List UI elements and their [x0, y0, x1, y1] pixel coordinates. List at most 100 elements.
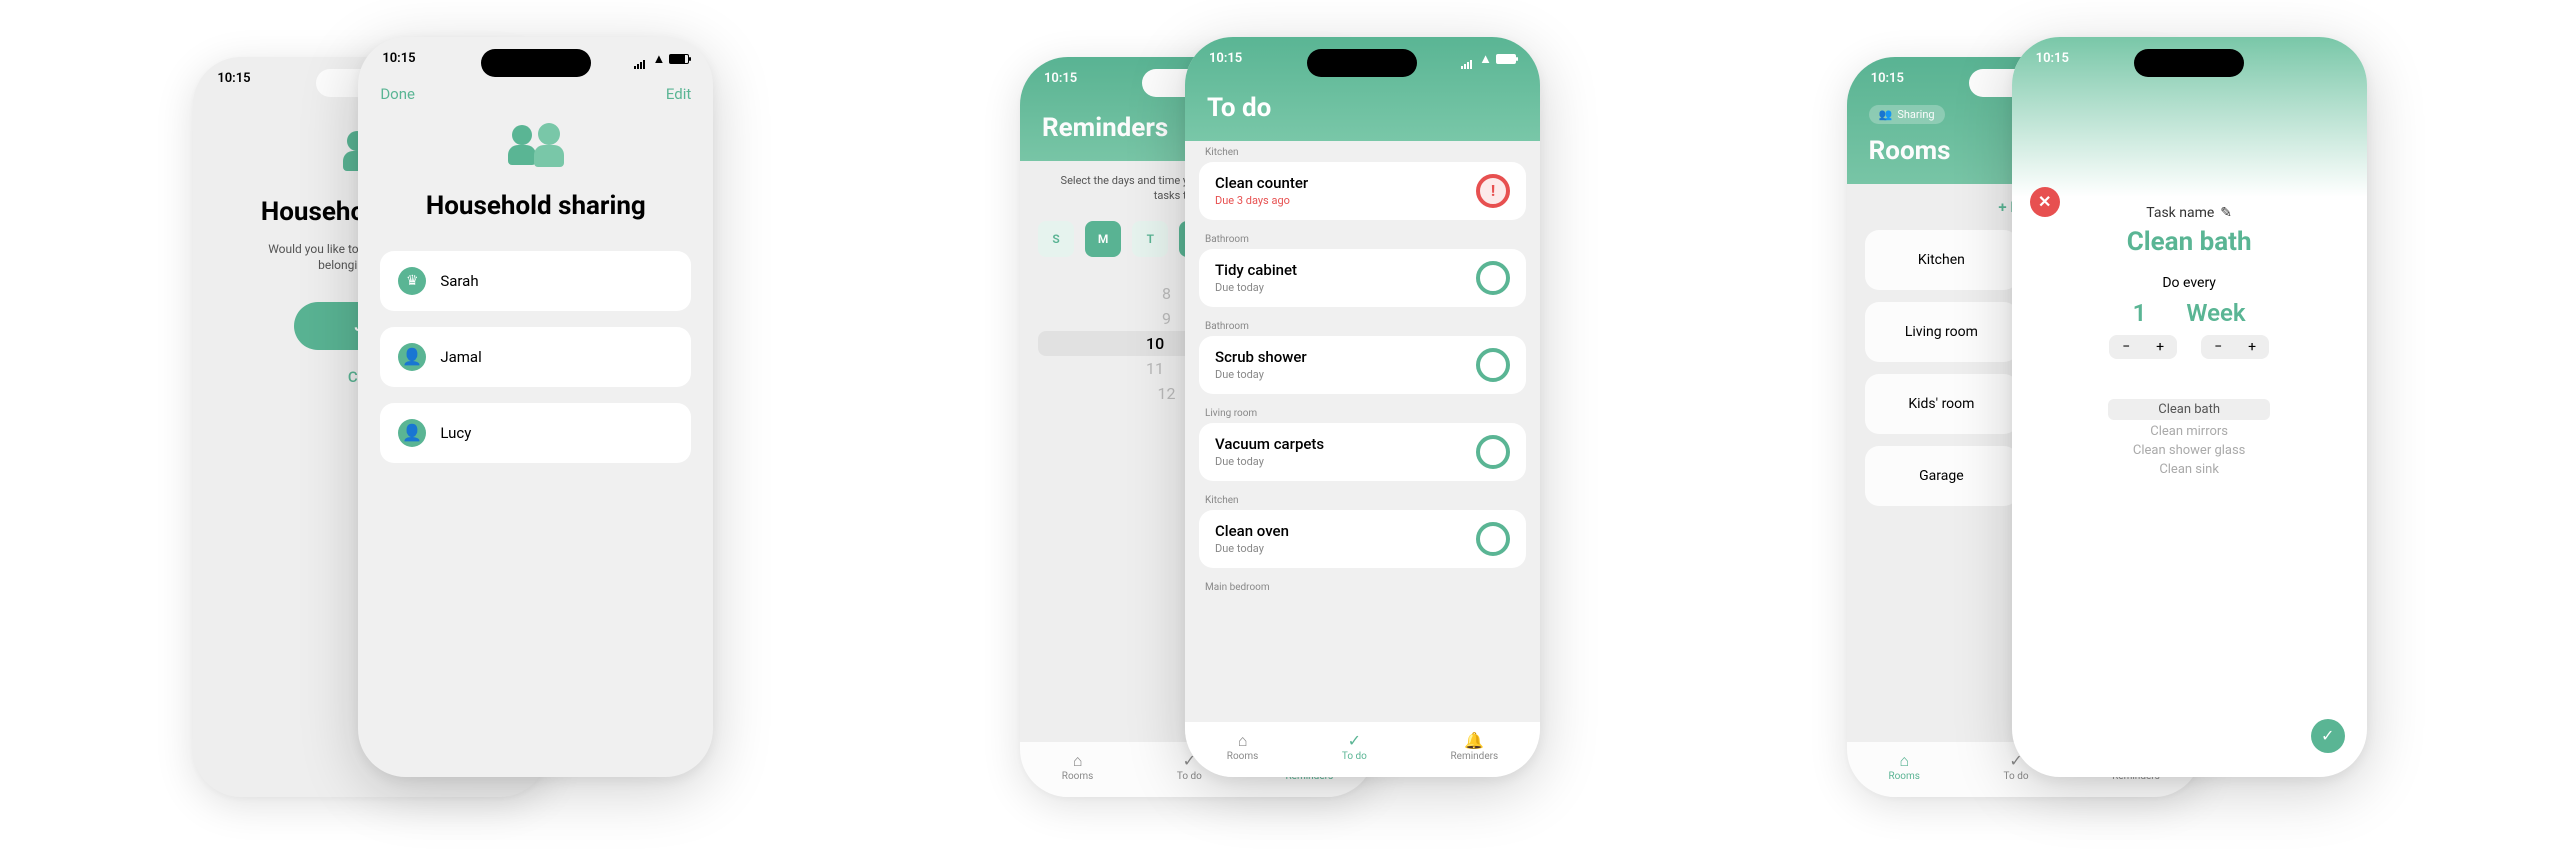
done-button[interactable]: Done [380, 85, 415, 103]
task-card[interactable]: Tidy cabinet Due today [1199, 249, 1526, 307]
freq-minus-button[interactable]: − [2109, 335, 2143, 359]
freq-unit: Week [2186, 299, 2245, 327]
suggestion-item[interactable]: Clean bath [2108, 399, 2270, 420]
home-icon: ⌂ [1899, 753, 1909, 769]
check-icon: ✓ [1348, 733, 1361, 749]
pair-household-sharing: 10:15 Household sharing Would you like t… [193, 37, 713, 817]
unit-plus-button[interactable]: + [2235, 335, 2269, 359]
page-title: To do [1185, 81, 1540, 141]
room-section-label: Kitchen [1185, 489, 1540, 508]
member-card[interactable]: ♛ Sarah [380, 251, 691, 311]
tab-rooms[interactable]: ⌂Rooms [1888, 753, 1920, 782]
status-icons: ▲ [1461, 51, 1516, 67]
task-name: Clean counter [1215, 174, 1308, 192]
person-icon: 👤 [398, 343, 426, 371]
pair-reminders-todo: 10:15 Reminders Select the days and time… [1020, 37, 1540, 817]
task-due: Due 3 days ago [1215, 194, 1308, 207]
page-title: Household sharing [426, 191, 646, 221]
task-due: Due today [1215, 368, 1307, 381]
status-time: 10:15 [1044, 71, 1077, 86]
status-icons: ▲ [634, 51, 689, 67]
tab-rooms[interactable]: ⌂Rooms [1062, 753, 1094, 782]
task-name-label: Task name ✎ [2146, 205, 2232, 221]
status-time: 10:15 [2036, 51, 2069, 66]
freq-unit-stepper: − + [2201, 335, 2269, 359]
edit-button[interactable]: Edit [666, 85, 691, 103]
member-name: Jamal [440, 348, 481, 366]
room-tile[interactable]: Living room [1865, 302, 2019, 362]
day-button[interactable]: S [1038, 221, 1074, 257]
phone-task-editor: 10:15 ✕ Task name ✎ Clean bath Do every … [2012, 37, 2367, 777]
task-card[interactable]: Scrub shower Due today [1199, 336, 1526, 394]
battery-icon [669, 54, 689, 64]
day-button[interactable]: T [1132, 221, 1168, 257]
notch [481, 49, 591, 77]
crown-icon: ♛ [398, 267, 426, 295]
notch [2134, 49, 2244, 77]
freq-number: 1 [2133, 299, 2147, 327]
task-name: Clean oven [1215, 522, 1289, 540]
status-time: 10:15 [382, 51, 415, 66]
do-every-label: Do every [2162, 275, 2216, 291]
task-due: Due today [1215, 281, 1297, 294]
tab-rooms[interactable]: ⌂Rooms [1227, 733, 1259, 762]
task-due: Due today [1215, 455, 1324, 468]
member-name: Sarah [440, 272, 478, 290]
member-card[interactable]: 👤 Jamal [380, 327, 691, 387]
task-card[interactable]: Clean counter Due 3 days ago! [1199, 162, 1526, 220]
phone-todo: 10:15 ▲ To do Kitchen Clean counter Due 3 … [1185, 37, 1540, 777]
people-mini-icon: 👥 [1879, 108, 1893, 121]
room-section-label: Bathroom [1185, 315, 1540, 334]
member-card[interactable]: 👤 Lucy [380, 403, 691, 463]
alert-ring-icon[interactable]: ! [1476, 174, 1510, 208]
people-icon [508, 123, 564, 173]
suggestion-item[interactable]: Clean mirrors [2150, 424, 2228, 439]
room-tile[interactable]: Kitchen [1865, 230, 2019, 290]
suggestion-item[interactable]: Clean shower glass [2133, 443, 2246, 458]
complete-ring-button[interactable] [1476, 522, 1510, 556]
phone-household-front: 10:15 ▲ Done Edit Household sharing ♛ Sar… [358, 37, 713, 777]
room-section-label: Bathroom [1185, 228, 1540, 247]
unit-minus-button[interactable]: − [2201, 335, 2235, 359]
day-button[interactable]: M [1085, 221, 1121, 257]
room-section-label: Kitchen [1185, 141, 1540, 160]
wifi-icon: ▲ [652, 51, 665, 67]
task-name: Tidy cabinet [1215, 261, 1297, 279]
task-due: Due today [1215, 542, 1289, 555]
task-card[interactable]: Clean oven Due today [1199, 510, 1526, 568]
status-time: 10:15 [1209, 51, 1242, 66]
tab-todo[interactable]: ✓To do [1342, 733, 1367, 762]
suggestion-item[interactable]: Clean sink [2159, 462, 2219, 477]
task-name: Scrub shower [1215, 348, 1307, 366]
notch [1307, 49, 1417, 77]
sharing-pill[interactable]: 👥Sharing [1869, 105, 1945, 124]
tab-reminders[interactable]: 🔔Reminders [1450, 733, 1498, 762]
person-icon: 👤 [398, 419, 426, 447]
status-time: 10:15 [1871, 71, 1904, 86]
home-icon: ⌂ [1073, 753, 1083, 769]
home-icon: ⌂ [1238, 733, 1248, 749]
complete-ring-button[interactable] [1476, 261, 1510, 295]
complete-ring-button[interactable] [1476, 435, 1510, 469]
task-card[interactable]: Vacuum carpetsDue today [1199, 423, 1526, 481]
battery-icon [1496, 54, 1516, 64]
suggestions-list: Clean bath Clean mirrors Clean shower glas… [2108, 399, 2270, 477]
plus-icon: + [1998, 198, 2006, 216]
member-name: Lucy [440, 424, 471, 442]
bell-icon: 🔔 [1464, 733, 1484, 749]
signal-icon [1461, 54, 1475, 64]
room-section-label: Living room [1185, 402, 1540, 421]
complete-ring-button[interactable] [1476, 348, 1510, 382]
tab-bar: ⌂Rooms ✓To do 🔔Reminders [1185, 721, 1540, 777]
pencil-icon[interactable]: ✎ [2220, 205, 2232, 221]
room-tile[interactable]: Kids' room [1865, 374, 2019, 434]
room-tile[interactable]: Garage [1865, 446, 2019, 506]
task-name-value[interactable]: Clean bath [2127, 227, 2252, 257]
freq-plus-button[interactable]: + [2143, 335, 2177, 359]
signal-icon [634, 54, 648, 64]
close-button[interactable]: ✕ [2030, 187, 2060, 217]
wifi-icon: ▲ [1479, 51, 1492, 67]
todo-list: Kitchen Clean counter Due 3 days ago! Bathr… [1185, 141, 1540, 671]
room-section-label: Main bedroom [1185, 576, 1540, 595]
save-button[interactable]: ✓ [2311, 719, 2345, 753]
